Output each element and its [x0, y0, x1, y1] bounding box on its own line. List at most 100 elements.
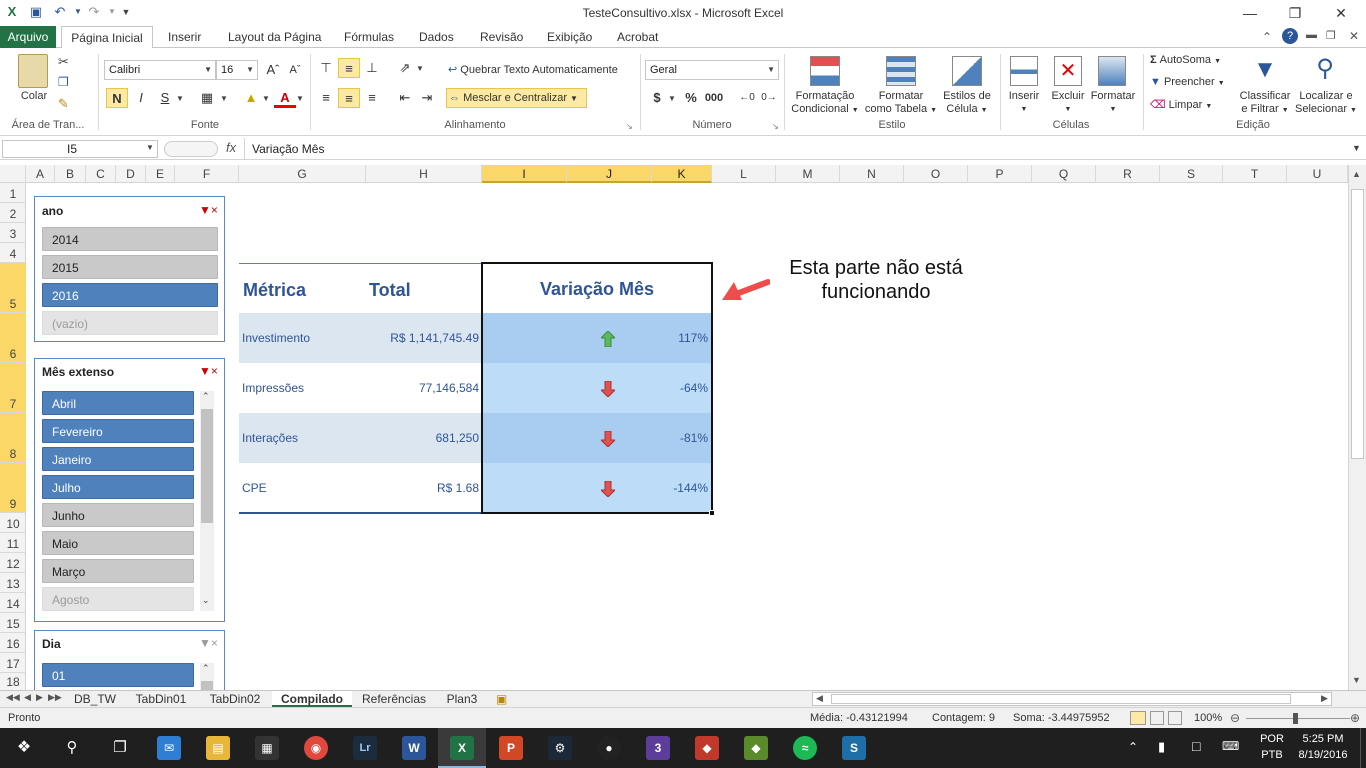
italic-button[interactable]: I	[130, 88, 152, 108]
slicer-mes-extenso[interactable]: Mês extenso ▼× Abril Fevereiro Janeiro J…	[34, 358, 225, 622]
name-box-dropdown-icon[interactable]: ▼	[146, 143, 154, 152]
fill-color-icon[interactable]: ▲	[240, 88, 262, 108]
sort-filter-icon[interactable]: ▼	[1250, 56, 1280, 84]
doc-close-icon[interactable]: ✕	[1349, 29, 1359, 43]
cell-total[interactable]: R$ 1.68	[366, 463, 479, 513]
store-icon[interactable]: ▦	[255, 736, 279, 760]
underline-dropdown-icon[interactable]: ▼	[176, 94, 184, 103]
row-header[interactable]: 15	[0, 613, 26, 633]
merge-center-button[interactable]: ⇔ Mesclar e Centralizar ▼	[446, 88, 587, 108]
scroll-up-icon[interactable]: ▲	[1352, 169, 1361, 179]
column-header[interactable]: H	[366, 165, 482, 183]
lightroom-icon[interactable]: Lr	[353, 736, 377, 760]
formula-splitter[interactable]	[164, 141, 218, 157]
page-layout-view-icon[interactable]	[1150, 711, 1164, 725]
scroll-down-icon[interactable]: ▼	[1352, 675, 1361, 685]
tray-chevron-icon[interactable]: ⌃	[1128, 740, 1138, 754]
restore-icon[interactable]: ❐	[1281, 4, 1309, 22]
tab-acrobat[interactable]: Acrobat	[610, 26, 665, 48]
slicer-item[interactable]: Fevereiro	[42, 419, 194, 443]
shrink-font-icon[interactable]: Aˇ	[284, 60, 306, 80]
conditional-format-icon[interactable]	[810, 56, 840, 86]
align-bottom-icon[interactable]: ⊥	[361, 58, 383, 78]
font-color-icon[interactable]: A	[274, 88, 296, 108]
tab-formulas[interactable]: Fórmulas	[337, 26, 401, 48]
clear-filter-icon[interactable]: ▼×	[199, 364, 218, 378]
normal-view-icon[interactable]	[1130, 711, 1146, 725]
help-icon[interactable]: ?	[1282, 28, 1298, 44]
row-header[interactable]: 7	[0, 363, 26, 413]
bold-button[interactable]: N	[106, 88, 128, 108]
borders-icon[interactable]: ▦	[196, 88, 218, 108]
show-desktop-button[interactable]	[1360, 728, 1366, 768]
scroll-thumb[interactable]	[201, 409, 213, 523]
find-select-button[interactable]: Localizar e Selecionar ▼	[1294, 90, 1358, 117]
fill-color-dropdown-icon[interactable]: ▼	[262, 94, 270, 103]
doc-restore-icon[interactable]: ❐	[1326, 29, 1336, 42]
word-icon[interactable]: W	[402, 736, 426, 760]
font-color-dropdown-icon[interactable]: ▼	[296, 94, 304, 103]
zoom-slider[interactable]	[1246, 718, 1350, 719]
thousands-button[interactable]: 000	[703, 88, 725, 108]
column-header[interactable]: L	[712, 165, 776, 183]
column-header[interactable]: Q	[1032, 165, 1096, 183]
scroll-down-icon[interactable]: ⌄	[202, 595, 210, 606]
row-header[interactable]: 3	[0, 223, 26, 243]
insert-function-icon[interactable]: fx	[226, 140, 236, 155]
decrease-decimal-icon[interactable]: 0→	[758, 88, 780, 108]
sheet-tab[interactable]: TabDin02	[202, 691, 268, 707]
decrease-indent-icon[interactable]: ⇤	[394, 88, 416, 108]
zoom-out-icon[interactable]: ⊖	[1230, 711, 1240, 725]
paste-button[interactable]: Colar	[14, 90, 54, 103]
cut-icon[interactable]: ✂	[58, 54, 69, 70]
column-header[interactable]: O	[904, 165, 968, 183]
cell-variation[interactable]: -64%	[652, 363, 708, 413]
tray-battery-icon[interactable]: ▮	[1158, 739, 1165, 755]
column-header[interactable]: I	[482, 165, 567, 183]
minimize-icon[interactable]: —	[1236, 4, 1264, 22]
horizontal-scrollbar[interactable]: ◀ ▶	[812, 692, 1332, 706]
clear-button[interactable]: ⌫ Limpar ▼	[1150, 98, 1236, 111]
windows-start-icon[interactable]: ❖	[12, 736, 36, 760]
popcorn-icon[interactable]: ◆	[695, 736, 719, 760]
column-header[interactable]: K	[652, 165, 712, 183]
app-layers-icon[interactable]: ◆	[744, 736, 768, 760]
slicer-ano[interactable]: ano ▼× 2014 2015 2016 (vazio)	[34, 196, 225, 342]
increase-decimal-icon[interactable]: ←0	[736, 88, 758, 108]
search-icon[interactable]: ⚲	[60, 736, 84, 760]
row-header[interactable]: 14	[0, 593, 26, 613]
task-view-icon[interactable]: ❐	[108, 736, 132, 760]
cell-variation[interactable]: -144%	[652, 463, 708, 513]
column-header[interactable]: D	[116, 165, 146, 183]
select-all-button[interactable]	[0, 165, 26, 183]
orientation-icon[interactable]: ⇗	[394, 58, 416, 78]
sheet-tab[interactable]: TabDin01	[128, 691, 194, 707]
sheet-tab[interactable]: Plan3	[440, 691, 484, 707]
fill-handle[interactable]	[709, 510, 715, 516]
dialog-launcher-icon[interactable]: ↘	[772, 122, 779, 131]
slicer-scrollbar[interactable]: ⌃ ⌄	[200, 391, 214, 611]
column-header[interactable]: B	[55, 165, 86, 183]
slicer-item[interactable]: Abril	[42, 391, 194, 415]
row-header[interactable]: 11	[0, 533, 26, 553]
tab-file[interactable]: Arquivo	[0, 26, 56, 48]
font-size-select[interactable]: 16 ▼	[216, 60, 258, 80]
slicer-item[interactable]: 2014	[42, 227, 218, 251]
row-header[interactable]: 6	[0, 313, 26, 363]
currency-dropdown-icon[interactable]: ▼	[668, 94, 676, 103]
tab-page-layout[interactable]: Layout da Página	[221, 26, 328, 48]
excel-icon[interactable]: X	[450, 736, 474, 760]
sort-filter-button[interactable]: Classificar e Filtrar ▼	[1236, 90, 1294, 117]
delete-cells-icon[interactable]: ✕	[1054, 56, 1082, 86]
percent-button[interactable]: %	[680, 88, 702, 108]
cell-styles-button[interactable]: Estilos de Célula ▼	[938, 90, 996, 117]
clock-date[interactable]: 8/19/2016	[1294, 749, 1352, 761]
align-right-icon[interactable]: ≡	[361, 88, 383, 108]
scroll-left-icon[interactable]: ◀	[816, 693, 823, 704]
column-header[interactable]: P	[968, 165, 1032, 183]
wrap-text-button[interactable]: ↩ Quebrar Texto Automaticamente	[448, 61, 636, 79]
number-format-select[interactable]: Geral ▼	[645, 60, 779, 80]
chrome-icon[interactable]: ◉	[304, 736, 328, 760]
vertical-scrollbar[interactable]: ▲ ▼	[1348, 165, 1366, 690]
column-header[interactable]: M	[776, 165, 840, 183]
